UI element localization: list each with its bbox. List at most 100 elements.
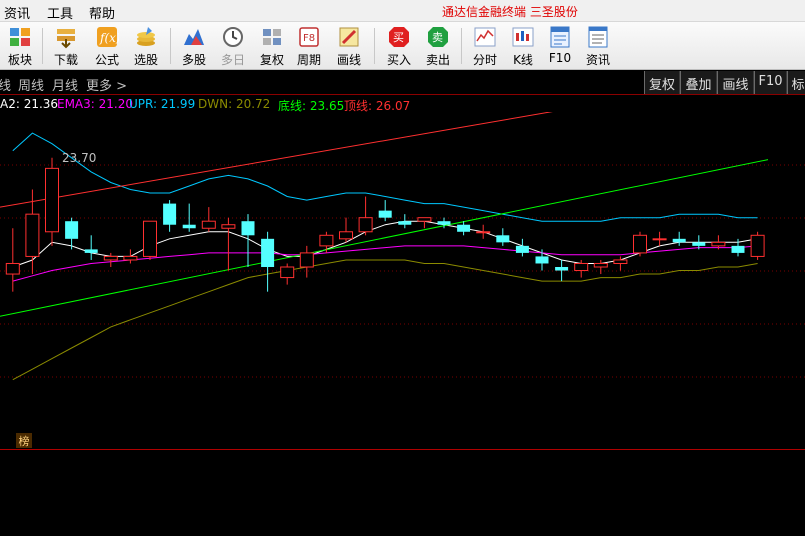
period-bar: 线 周线 月线 更多 > 复权 叠加 画线 F10 标 bbox=[0, 71, 805, 95]
rank-tag[interactable]: 榜 bbox=[16, 433, 32, 448]
draw-line-icon bbox=[339, 27, 359, 47]
stock-picker-button[interactable]: 选股 bbox=[128, 25, 164, 67]
sector-grid-icon bbox=[10, 28, 30, 46]
svg-text:f(x): f(x) bbox=[99, 31, 119, 45]
download-label: 下载 bbox=[53, 53, 78, 67]
intraday-label: 分时 bbox=[472, 53, 497, 67]
candle-body bbox=[476, 231, 491, 234]
toolbar: 板块 下载 f(x) 公式 选股 多股 多日 复权 F8 周期 画线 买 买入 … bbox=[0, 22, 805, 70]
multi-stock-icon bbox=[184, 29, 204, 45]
legend-upr: UPR: 21.99 bbox=[129, 97, 196, 111]
candle-body bbox=[437, 221, 451, 225]
draw-tab-button[interactable]: 画线 bbox=[717, 71, 754, 94]
sell-icon: 卖 bbox=[428, 27, 448, 47]
candle-body bbox=[378, 210, 392, 218]
multi-stock-label: 多股 bbox=[181, 53, 206, 67]
sector-button[interactable]: 板块 bbox=[2, 25, 38, 67]
multi-day-clock-icon bbox=[223, 27, 243, 47]
news-button[interactable]: 资讯 bbox=[580, 25, 616, 67]
download-button[interactable]: 下载 bbox=[48, 25, 84, 67]
series-line-底线 bbox=[0, 159, 769, 317]
menu-news[interactable]: 资讯 bbox=[4, 3, 30, 22]
f10-tab-button[interactable]: F10 bbox=[754, 71, 787, 94]
candle-body bbox=[123, 255, 138, 261]
candle-body bbox=[84, 249, 98, 253]
kline-button[interactable]: K线 bbox=[505, 25, 541, 67]
multi-day-button[interactable]: 多日 bbox=[215, 25, 251, 67]
draw-line-label: 画线 bbox=[336, 53, 361, 67]
candle-body bbox=[221, 224, 236, 229]
menu-bar: 资讯 工具 帮助 通达信金融终端 三圣股份 bbox=[0, 0, 805, 22]
adjust-icon bbox=[263, 29, 281, 45]
candle-body bbox=[280, 266, 295, 279]
formula-button[interactable]: f(x) 公式 bbox=[89, 25, 125, 67]
mark-tab-button[interactable]: 标 bbox=[787, 71, 805, 94]
candle-body bbox=[574, 262, 589, 272]
kline-label: K线 bbox=[513, 53, 533, 67]
period-day[interactable]: 线 bbox=[0, 75, 11, 94]
buy-button[interactable]: 买 买入 bbox=[381, 25, 417, 67]
stock-picker-label: 选股 bbox=[133, 53, 158, 67]
overlay-tab-button[interactable]: 叠加 bbox=[680, 71, 717, 94]
sell-button[interactable]: 卖 卖出 bbox=[420, 25, 456, 67]
download-icon bbox=[57, 29, 75, 49]
peak-price-label: 23.70 bbox=[62, 151, 96, 165]
kline-chart[interactable]: 23.70 bbox=[0, 112, 805, 432]
draw-line-button[interactable]: 画线 bbox=[331, 25, 367, 67]
adjust-label: 复权 bbox=[259, 53, 284, 67]
candle-body bbox=[593, 262, 608, 268]
menu-help[interactable]: 帮助 bbox=[89, 3, 115, 22]
candle-body bbox=[555, 267, 569, 271]
candle-body bbox=[163, 203, 177, 225]
candle-body bbox=[25, 213, 40, 257]
candle-body bbox=[261, 238, 275, 267]
toolbar-separator bbox=[461, 28, 462, 64]
candle-body bbox=[143, 220, 157, 257]
f10-icon bbox=[550, 26, 570, 48]
adjust-tab-button[interactable]: 复权 bbox=[644, 71, 680, 94]
buy-label: 买入 bbox=[386, 53, 411, 67]
candle-body bbox=[711, 241, 726, 247]
period-button[interactable]: F8 周期 bbox=[291, 25, 327, 67]
series-line-顶线 bbox=[0, 112, 553, 208]
candle-body bbox=[652, 238, 667, 241]
period-week[interactable]: 周线 bbox=[18, 75, 44, 94]
adjust-button[interactable]: 复权 bbox=[254, 25, 290, 67]
candle-body bbox=[339, 231, 353, 240]
f10-button[interactable]: F10 bbox=[542, 25, 578, 67]
toolbar-separator bbox=[374, 28, 375, 64]
candle-body bbox=[398, 221, 412, 225]
menu-tools[interactable]: 工具 bbox=[47, 3, 73, 22]
candle-body bbox=[45, 167, 59, 233]
sell-label: 卖出 bbox=[425, 53, 450, 67]
svg-text:F8: F8 bbox=[303, 33, 315, 44]
period-f8-icon: F8 bbox=[299, 27, 319, 47]
sub-indicator-panel bbox=[0, 449, 805, 536]
period-label: 周期 bbox=[296, 53, 321, 67]
candle-body bbox=[457, 224, 471, 232]
intraday-icon bbox=[474, 27, 496, 47]
candle-body bbox=[201, 220, 216, 229]
candle-body bbox=[750, 234, 765, 257]
intraday-button[interactable]: 分时 bbox=[467, 25, 503, 67]
series-line-DWN bbox=[12, 259, 758, 381]
toolbar-separator bbox=[42, 28, 43, 64]
news-label: 资讯 bbox=[585, 53, 610, 67]
indicator-legend: A2: 21.36 EMA3: 21.20 UPR: 21.99 DWN: 20… bbox=[0, 96, 805, 113]
candle-body bbox=[613, 259, 628, 264]
candle-body bbox=[692, 242, 706, 246]
period-month[interactable]: 月线 bbox=[52, 75, 78, 94]
app-title: 通达信金融终端 三圣股份 bbox=[442, 5, 578, 19]
candle-body bbox=[417, 217, 432, 222]
multi-stock-button[interactable]: 多股 bbox=[176, 25, 212, 67]
candle-body bbox=[535, 256, 549, 264]
formula-icon: f(x) bbox=[97, 27, 119, 47]
candle-body bbox=[299, 252, 314, 268]
news-icon bbox=[588, 26, 608, 48]
buy-icon: 买 bbox=[389, 27, 409, 47]
candle-body bbox=[319, 234, 334, 247]
candle-body bbox=[672, 238, 686, 243]
period-more[interactable]: 更多 > bbox=[86, 75, 127, 94]
legend-a2: A2: 21.36 bbox=[0, 97, 59, 111]
candle-body bbox=[731, 245, 745, 253]
